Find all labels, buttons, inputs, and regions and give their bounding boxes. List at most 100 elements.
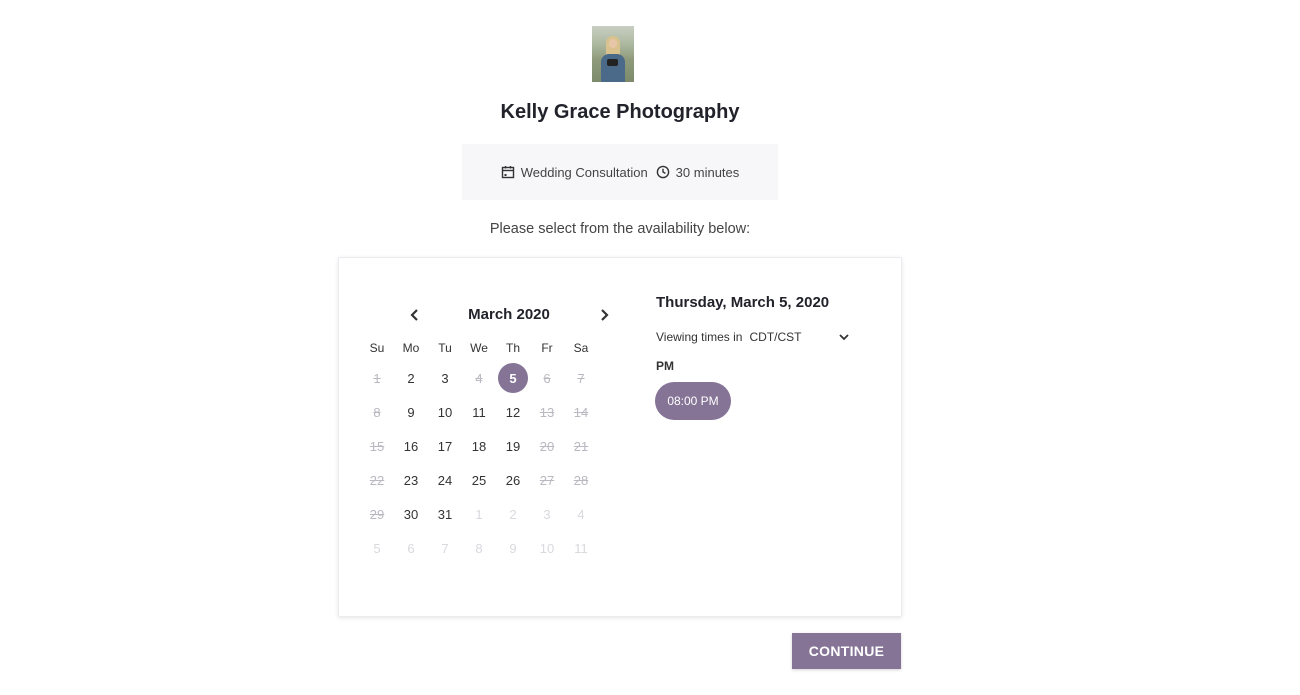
calendar-day[interactable]: 19	[496, 432, 530, 460]
time-slot-button[interactable]: 08:00 PM	[655, 382, 731, 420]
calendar-icon	[501, 166, 514, 179]
weekday-label: Mo	[402, 341, 420, 355]
calendar-day-number: 3	[441, 370, 449, 386]
availability-prompt: Please select from the availability belo…	[489, 221, 751, 237]
calendar-day[interactable]: 18	[462, 432, 496, 460]
calendar-day-number: 10	[539, 540, 555, 556]
appointment-info: Wedding Consultation 30 minutes	[462, 144, 778, 200]
calendar-day-number: 14	[573, 404, 589, 420]
timezone-value: CDT/CST	[749, 330, 802, 344]
weekday-label: Su	[369, 341, 385, 355]
calendar-day-number: 8	[475, 540, 483, 556]
calendar-day: 28	[564, 466, 598, 494]
calendar-day[interactable]: 23	[394, 466, 428, 494]
calendar-day-number: 15	[369, 438, 385, 454]
calendar-day-selected[interactable]: 5	[496, 363, 530, 393]
calendar-day: 10	[530, 534, 564, 562]
calendar-day: 29	[360, 500, 394, 528]
calendar-day[interactable]: 11	[462, 398, 496, 426]
calendar-day[interactable]: 31	[428, 500, 462, 528]
clock-icon	[656, 165, 669, 179]
calendar-day-number: 25	[471, 472, 487, 488]
calendar-day[interactable]: 30	[394, 500, 428, 528]
calendar-day-number: 12	[505, 404, 521, 420]
calendar-day-number: 9	[509, 540, 517, 556]
weekday-header: Su Mo Tu We Th Fr Sa	[360, 341, 598, 361]
calendar-week: 15 16 17 18 19 20 21	[360, 429, 598, 463]
calendar-day[interactable]: 3	[428, 364, 462, 392]
calendar-day: 27	[530, 466, 564, 494]
calendar-day-number: 4	[577, 506, 585, 522]
calendar-day: 4	[462, 364, 496, 392]
chevron-left-icon	[410, 309, 418, 321]
calendar-day-number: 5	[373, 540, 381, 556]
calendar-day[interactable]: 12	[496, 398, 530, 426]
calendar-day-number: 5	[498, 363, 528, 393]
calendar-day-number: 19	[505, 438, 521, 454]
calendar-day: 3	[530, 500, 564, 528]
period-label: PM	[656, 359, 674, 373]
timezone-prefix: Viewing times in	[656, 330, 743, 344]
calendar-week: 29 30 31 1 2 3 4	[360, 497, 598, 531]
calendar-day-number: 1	[373, 370, 381, 386]
chevron-down-icon[interactable]	[838, 333, 850, 341]
calendar-day-number: 21	[573, 438, 589, 454]
calendar-day: 15	[360, 432, 394, 460]
appointment-type: Wedding Consultation	[501, 165, 648, 180]
calendar-day-number: 11	[574, 540, 588, 556]
business-name: Kelly Grace Photography	[500, 101, 740, 123]
calendar-day[interactable]: 10	[428, 398, 462, 426]
continue-button[interactable]: CONTINUE	[792, 633, 901, 669]
calendar-day[interactable]: 9	[394, 398, 428, 426]
business-avatar	[592, 26, 634, 82]
calendar-day-number: 1	[475, 506, 483, 522]
timezone-selector[interactable]: Viewing times in CDT/CST	[656, 330, 876, 344]
calendar-day: 13	[530, 398, 564, 426]
calendar-day: 20	[530, 432, 564, 460]
calendar-day-number: 4	[475, 370, 483, 386]
calendar-day: 6	[394, 534, 428, 562]
calendar-day-number: 17	[437, 438, 453, 454]
calendar-week: 8 9 10 11 12 13 14	[360, 395, 598, 429]
calendar-grid: Su Mo Tu We Th Fr Sa 1 2 3 4 5 6 7 8 9 10 11 12 13 14 15 16 17…	[360, 341, 598, 565]
calendar-day: 2	[496, 500, 530, 528]
time-selection-panel: Thursday, March 5, 2020 Viewing times in…	[655, 294, 876, 420]
calendar-day-number: 2	[407, 370, 415, 386]
calendar-day-number: 16	[403, 438, 419, 454]
calendar-day[interactable]: 16	[394, 432, 428, 460]
calendar-day-number: 6	[543, 370, 551, 386]
calendar-day-number: 28	[573, 472, 589, 488]
calendar-day-number: 10	[437, 404, 453, 420]
weekday-label: Sa	[573, 341, 589, 355]
calendar-day-number: 30	[403, 506, 419, 522]
calendar-day-number: 31	[437, 506, 453, 522]
calendar-day[interactable]: 2	[394, 364, 428, 392]
calendar-day: 1	[462, 500, 496, 528]
calendar-day[interactable]: 25	[462, 466, 496, 494]
next-month-button[interactable]	[592, 303, 616, 327]
calendar-day-number: 13	[539, 404, 555, 420]
calendar-day-number: 8	[373, 404, 381, 420]
calendar-day[interactable]: 17	[428, 432, 462, 460]
calendar-day[interactable]: 26	[496, 466, 530, 494]
calendar-day: 1	[360, 364, 394, 392]
calendar-day-number: 29	[369, 506, 385, 522]
prev-month-button[interactable]	[403, 303, 427, 327]
calendar-week: 1 2 3 456 7	[360, 361, 598, 395]
calendar-day: 9	[496, 534, 530, 562]
calendar-day-number: 7	[441, 540, 449, 556]
calendar-day-number: 2	[509, 506, 517, 522]
calendar-day-number: 9	[407, 404, 415, 420]
calendar-day: 11	[564, 534, 598, 562]
calendar-day-number: 22	[369, 472, 385, 488]
weekday-label: Fr	[541, 341, 553, 355]
calendar-day-number: 7	[577, 370, 585, 386]
calendar-day: 8	[462, 534, 496, 562]
weekday-label: We	[470, 341, 488, 355]
calendar-day: 14	[564, 398, 598, 426]
appointment-duration: 30 minutes	[656, 165, 739, 180]
calendar-week: 22 23 24 25 26 27 28	[360, 463, 598, 497]
calendar-day: 7	[428, 534, 462, 562]
month-label: March 2020	[468, 306, 550, 323]
calendar-day[interactable]: 24	[428, 466, 462, 494]
